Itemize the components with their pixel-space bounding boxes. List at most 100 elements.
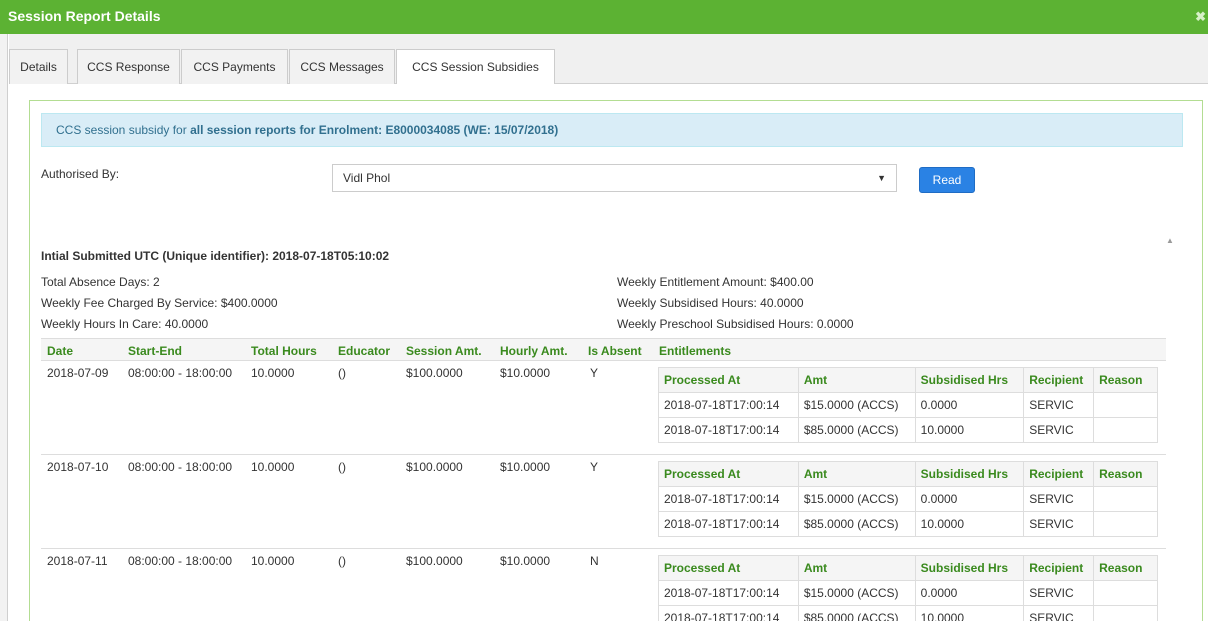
entitlement-row: 2018-07-18T17:00:14 $15.0000 (ACCS) 0.00…	[658, 580, 1158, 606]
entitlement-row: 2018-07-18T17:00:14 $85.0000 (ACCS) 10.0…	[658, 605, 1158, 621]
authorised-by-select[interactable]: Vidl Phol ▼	[332, 164, 897, 192]
cell-total-hours: 10.0000	[251, 554, 295, 568]
cell-educator: ()	[338, 366, 346, 380]
ent-col-subsidised-hrs: Subsidised Hrs	[914, 555, 1025, 581]
col-start-end: Start-End	[128, 344, 182, 358]
ent-col-recipient: Recipient	[1023, 555, 1095, 581]
col-is-absent: Is Absent	[588, 344, 642, 358]
ent-processed-at: 2018-07-18T17:00:14	[658, 605, 799, 621]
table-row: 2018-07-09 08:00:00 - 18:00:00 10.0000 (…	[41, 361, 1166, 455]
entitlement-row: 2018-07-18T17:00:14 $15.0000 (ACCS) 0.00…	[658, 392, 1158, 418]
summary-entitlement-amount: Weekly Entitlement Amount: $400.00	[617, 275, 814, 289]
ent-col-amt: Amt	[797, 461, 916, 487]
ent-processed-at: 2018-07-18T17:00:14	[658, 417, 799, 443]
ent-recipient: SERVIC	[1023, 392, 1095, 418]
ent-col-amt: Amt	[797, 555, 916, 581]
cell-educator: ()	[338, 460, 346, 474]
ent-amt: $85.0000 (ACCS)	[797, 511, 916, 537]
cell-start-end: 08:00:00 - 18:00:00	[128, 366, 233, 380]
summary-subsidised-hours: Weekly Subsidised Hours: 40.0000	[617, 296, 804, 310]
summary-preschool-hours: Weekly Preschool Subsidised Hours: 0.000…	[617, 317, 854, 331]
cell-start-end: 08:00:00 - 18:00:00	[128, 554, 233, 568]
info-prefix: CCS session subsidy for	[56, 123, 191, 137]
ent-col-recipient: Recipient	[1023, 367, 1095, 393]
ent-reason	[1093, 486, 1158, 512]
ent-subsidised-hrs: 10.0000	[914, 417, 1025, 443]
ent-processed-at: 2018-07-18T17:00:14	[658, 486, 799, 512]
ent-amt: $85.0000 (ACCS)	[797, 605, 916, 621]
tab-ccs-payments[interactable]: CCS Payments	[181, 49, 288, 85]
submitted-title: Intial Submitted UTC (Unique identifier)…	[41, 249, 390, 263]
cell-is-absent: Y	[590, 366, 599, 380]
ent-col-reason: Reason	[1093, 555, 1158, 581]
ent-reason	[1093, 511, 1158, 537]
ent-subsidised-hrs: 0.0000	[914, 392, 1025, 418]
info-alert: CCS session subsidy for all session repo…	[41, 113, 1183, 147]
ent-amt: $15.0000 (ACCS)	[797, 580, 916, 606]
read-button[interactable]: Read	[919, 167, 975, 193]
cell-date: 2018-07-11	[47, 554, 108, 568]
ent-col-processed-at: Processed At	[658, 367, 799, 393]
tab-details[interactable]: Details	[9, 49, 68, 85]
close-icon[interactable]: ✖	[1195, 9, 1206, 25]
ent-recipient: SERVIC	[1023, 511, 1095, 537]
table-row: 2018-07-10 08:00:00 - 18:00:00 10.0000 (…	[41, 455, 1166, 549]
entitlements-table: Processed At Amt Subsidised Hrs Recipien…	[658, 555, 1158, 621]
ent-processed-at: 2018-07-18T17:00:14	[658, 511, 799, 537]
cell-educator: ()	[338, 554, 346, 568]
ent-amt: $15.0000 (ACCS)	[797, 486, 916, 512]
cell-date: 2018-07-10	[47, 460, 109, 474]
ent-col-recipient: Recipient	[1023, 461, 1095, 487]
cell-session-amt: $100.0000	[406, 554, 463, 568]
entitlement-row: 2018-07-18T17:00:14 $15.0000 (ACCS) 0.00…	[658, 486, 1158, 512]
ent-recipient: SERVIC	[1023, 486, 1095, 512]
entitlements-table: Processed At Amt Subsidised Hrs Recipien…	[658, 367, 1158, 443]
ent-subsidised-hrs: 10.0000	[914, 511, 1025, 537]
tab-ccs-messages[interactable]: CCS Messages	[289, 49, 395, 85]
ent-recipient: SERVIC	[1023, 580, 1095, 606]
entitlements-table: Processed At Amt Subsidised Hrs Recipien…	[658, 461, 1158, 537]
ent-recipient: SERVIC	[1023, 417, 1095, 443]
ent-processed-at: 2018-07-18T17:00:14	[658, 392, 799, 418]
col-entitlements: Entitlements	[659, 344, 732, 358]
ent-col-reason: Reason	[1093, 461, 1158, 487]
cell-hourly-amt: $10.0000	[500, 554, 551, 568]
summary-absence-days: Total Absence Days: 2	[41, 275, 160, 289]
info-enrolment: all session reports for Enrolment: E8000…	[190, 123, 559, 137]
tab-content: CCS session subsidy for all session repo…	[9, 84, 1208, 621]
summary-weekly-fee: Weekly Fee Charged By Service: $400.0000	[41, 296, 278, 310]
ent-amt: $15.0000 (ACCS)	[797, 392, 916, 418]
modal-title: Session Report Details	[8, 8, 161, 24]
entitlement-row: 2018-07-18T17:00:14 $85.0000 (ACCS) 10.0…	[658, 511, 1158, 537]
ent-subsidised-hrs: 0.0000	[914, 580, 1025, 606]
ent-reason	[1093, 417, 1158, 443]
ent-processed-at: 2018-07-18T17:00:14	[658, 580, 799, 606]
col-educator: Educator	[338, 344, 391, 358]
cell-hourly-amt: $10.0000	[500, 366, 551, 380]
ent-amt: $85.0000 (ACCS)	[797, 417, 916, 443]
cell-date: 2018-07-09	[47, 366, 109, 380]
cell-start-end: 08:00:00 - 18:00:00	[128, 460, 233, 474]
ent-reason	[1093, 392, 1158, 418]
scroll-up-arrow-icon[interactable]: ▲	[1166, 236, 1174, 245]
col-total-hours: Total Hours	[251, 344, 317, 358]
cell-total-hours: 10.0000	[251, 366, 295, 380]
tab-ccs-session-subsidies[interactable]: CCS Session Subsidies	[396, 49, 555, 85]
ent-col-reason: Reason	[1093, 367, 1158, 393]
entitlement-row: 2018-07-18T17:00:14 $85.0000 (ACCS) 10.0…	[658, 417, 1158, 443]
col-hourly-amt: Hourly Amt.	[500, 344, 568, 358]
cell-total-hours: 10.0000	[251, 460, 295, 474]
ent-subsidised-hrs: 10.0000	[914, 605, 1025, 621]
ent-col-subsidised-hrs: Subsidised Hrs	[914, 367, 1025, 393]
ent-col-processed-at: Processed At	[658, 555, 799, 581]
cell-is-absent: N	[590, 554, 599, 568]
ent-col-amt: Amt	[797, 367, 916, 393]
subsidy-panel: CCS session subsidy for all session repo…	[29, 100, 1203, 621]
cell-is-absent: Y	[590, 460, 599, 474]
authorised-by-label: Authorised By:	[41, 167, 120, 181]
col-date: Date	[47, 344, 74, 358]
tab-ccs-response[interactable]: CCS Response	[77, 49, 180, 85]
summary-weekly-hours: Weekly Hours In Care: 40.0000	[41, 317, 209, 331]
table-row: 2018-07-11 08:00:00 - 18:00:00 10.0000 (…	[41, 549, 1166, 621]
tab-bar: Details CCS Response CCS Payments CCS Me…	[9, 34, 1208, 85]
